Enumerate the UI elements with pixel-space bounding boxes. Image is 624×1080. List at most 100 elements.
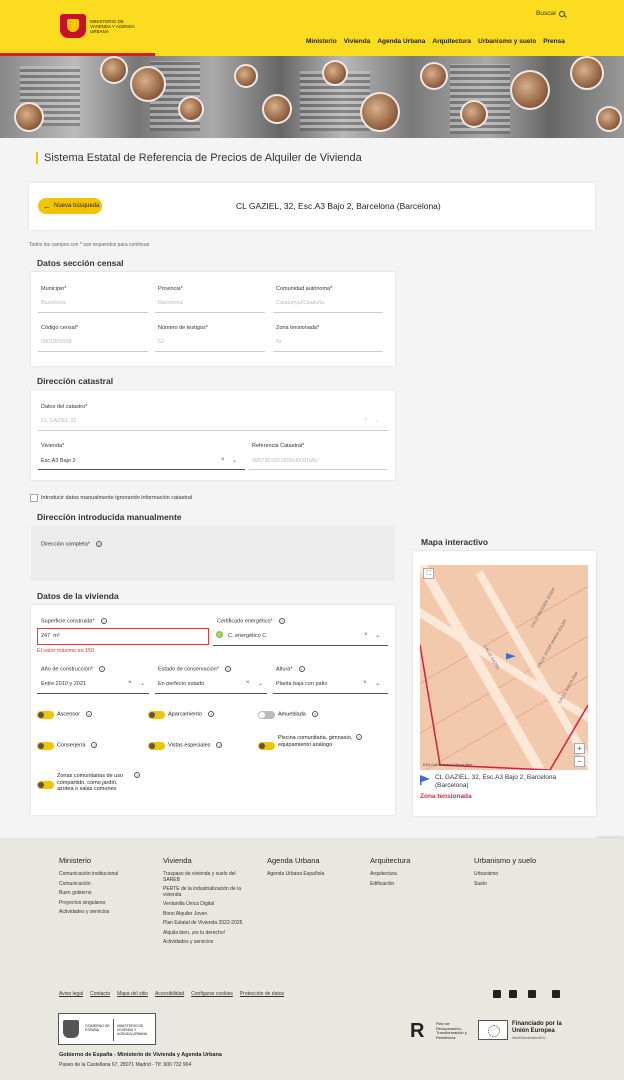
footer-link[interactable]: Actividades y servicios	[163, 939, 253, 946]
info-icon[interactable]: ?	[356, 734, 362, 740]
estado-underline	[155, 693, 267, 694]
info-icon[interactable]: ?	[100, 618, 107, 624]
ref-underline	[249, 469, 387, 470]
catastro-clear-icon[interactable]: ×	[364, 417, 368, 423]
zoom-out-button[interactable]: −	[574, 756, 585, 767]
estado-select[interactable]: En perfecto estado	[158, 681, 204, 687]
testigos-label: Número de testigos*	[158, 325, 208, 331]
footer-col-title: Vivienda	[163, 856, 192, 865]
twitter-icon[interactable]	[493, 990, 501, 998]
info-icon[interactable]: ?	[98, 666, 105, 672]
proteccion-datos-link[interactable]: Protección de datos	[240, 991, 284, 997]
cert-clear-icon[interactable]: ×	[364, 632, 368, 638]
footer-link[interactable]: Plan Estatal de Vivienda 2022-2025	[163, 920, 253, 927]
info-icon[interactable]: ?	[207, 711, 214, 717]
footer-link[interactable]: Alquila bien, ¡es tu derecho!	[163, 930, 253, 937]
footer-link[interactable]: Comunicación	[59, 881, 154, 888]
vivienda-clear-icon[interactable]: ×	[221, 457, 225, 463]
required-note: Todos los campos con * son requeridos pa…	[29, 242, 150, 248]
nav-ministerio[interactable]: Ministerio	[306, 38, 337, 45]
zonas-comunitarias-toggle[interactable]	[37, 781, 54, 789]
aviso-legal-link[interactable]: Aviso legal	[59, 991, 83, 997]
manual-entry-checkbox[interactable]	[30, 494, 38, 502]
accesibilidad-link[interactable]: Accesibilidad	[155, 991, 184, 997]
footer-link[interactable]: Traspaso de vivienda y suelo del SAREB	[163, 871, 253, 883]
vivienda-select[interactable]: Esc.A3 Bajo 2	[41, 458, 76, 464]
footer-link[interactable]: Edificación	[370, 881, 465, 888]
footer-link[interactable]: Urbanismo	[474, 871, 574, 878]
testigos-underline	[155, 351, 265, 352]
footer-link[interactable]: Actividades y servicios	[59, 909, 154, 916]
gobierno-logo[interactable]: GOBIERNO DE ESPAÑA MINISTERIO DE VIVIEND…	[58, 1013, 156, 1045]
altura-chevron-down-icon[interactable]: ⌄	[375, 680, 380, 687]
zona-tensionada-label: Zona tensionada	[420, 793, 472, 800]
info-icon[interactable]: ?	[85, 711, 92, 717]
catastro-chevron-down-icon[interactable]: ⌄	[375, 417, 380, 424]
search-button[interactable]: Buscar	[536, 10, 566, 17]
estado-chevron-down-icon[interactable]: ⌄	[258, 680, 263, 687]
aparcamiento-toggle[interactable]	[148, 711, 165, 719]
instagram-icon[interactable]	[528, 990, 536, 998]
superficie-input[interactable]	[37, 628, 209, 645]
cert-select[interactable]: C. energético C	[228, 633, 266, 639]
fullscreen-icon[interactable]: ⛶	[423, 568, 434, 579]
superficie-error: El valor máximo es 150	[37, 648, 95, 654]
info-icon[interactable]: ?	[298, 666, 305, 672]
nav-agenda-urbana[interactable]: Agenda Urbana	[377, 38, 425, 45]
vivienda-chevron-down-icon[interactable]: ⌄	[232, 457, 237, 464]
zona-underline	[273, 351, 383, 352]
municipio-label: Municipio*	[41, 286, 67, 292]
amueblada-toggle[interactable]	[258, 711, 275, 719]
footer-legal-links: Aviso legal Contacto Mapa del sitio Acce…	[59, 991, 284, 997]
contacto-link[interactable]: Contacto	[90, 991, 110, 997]
nav-arquitectura[interactable]: Arquitectura	[432, 38, 471, 45]
footer-link[interactable]: Comunicación institucional	[59, 871, 154, 878]
footer-link[interactable]: Proyectos singulares	[59, 900, 154, 907]
nav-prensa[interactable]: Prensa	[543, 38, 565, 45]
footer-col-title: Ministerio	[59, 856, 92, 865]
footer-link[interactable]: Agenda Urbana Española	[267, 871, 362, 878]
footer-link[interactable]: Bono Alquiler Joven	[163, 911, 253, 918]
municipio-value: Barcelona	[41, 300, 66, 306]
ascensor-toggle[interactable]	[37, 711, 54, 719]
eu-logo[interactable]: Financiado por la Unión Europea NextGene…	[478, 1020, 572, 1040]
energy-badge-icon: C	[216, 631, 223, 638]
info-icon[interactable]: ?	[95, 541, 102, 547]
info-icon[interactable]: ?	[91, 742, 98, 748]
new-search-button[interactable]: ← Nueva búsqueda	[38, 198, 102, 214]
altura-clear-icon[interactable]: ×	[363, 680, 367, 686]
altura-select[interactable]: Planta baja con patio	[276, 681, 327, 687]
mapa-sitio-link[interactable]: Mapa del sitio	[117, 991, 148, 997]
piscina-toggle[interactable]	[258, 742, 275, 750]
footer-link[interactable]: PERTE de la industrialización de la vivi…	[163, 886, 253, 898]
youtube-icon[interactable]	[509, 990, 517, 998]
nav-vivienda[interactable]: Vivienda	[344, 38, 371, 45]
estado-clear-icon[interactable]: ×	[246, 680, 250, 686]
zona-value: Sí	[276, 339, 282, 345]
nav-urbanismo[interactable]: Urbanismo y suelo	[478, 38, 536, 45]
recovery-plan-logo[interactable]: R Plan de Recuperación, Transformación y…	[410, 1020, 472, 1042]
interactive-map[interactable]: CALLE MOSSEN JOSEP CALLE JOSEP MARIA SOL…	[420, 565, 588, 770]
cert-chevron-down-icon[interactable]: ⌄	[375, 632, 380, 639]
info-icon[interactable]: ?	[216, 742, 223, 748]
footer-link[interactable]: Buen gobierno	[59, 890, 154, 897]
vistas-label: Vistas especiales?	[168, 742, 223, 749]
podcast-icon[interactable]	[552, 990, 560, 998]
anio-chevron-down-icon[interactable]: ⌄	[140, 680, 145, 687]
footer-link[interactable]: Suelo	[474, 881, 574, 888]
footer-link[interactable]: Ventanilla Única Digital	[163, 901, 253, 908]
info-icon[interactable]: ?	[311, 711, 318, 717]
ministry-logo[interactable]: MINISTERIO DE VIVIENDA Y AGENDA URBANA	[60, 14, 140, 38]
cookies-link[interactable]: Configurar cookies	[191, 991, 233, 997]
info-icon[interactable]: ?	[134, 772, 140, 778]
anio-clear-icon[interactable]: ×	[128, 680, 132, 686]
codigo-label: Código censal*	[41, 325, 78, 331]
anio-select[interactable]: Entre 2010 y 2021	[41, 681, 86, 687]
zoom-in-button[interactable]: +	[574, 743, 585, 754]
footer-link[interactable]: Arquitectura	[370, 871, 465, 878]
hero-banner	[0, 56, 624, 138]
vistas-toggle[interactable]	[148, 742, 165, 750]
conserjeria-toggle[interactable]	[37, 742, 54, 750]
info-icon[interactable]: ?	[278, 618, 285, 624]
info-icon[interactable]: ?	[224, 666, 231, 672]
